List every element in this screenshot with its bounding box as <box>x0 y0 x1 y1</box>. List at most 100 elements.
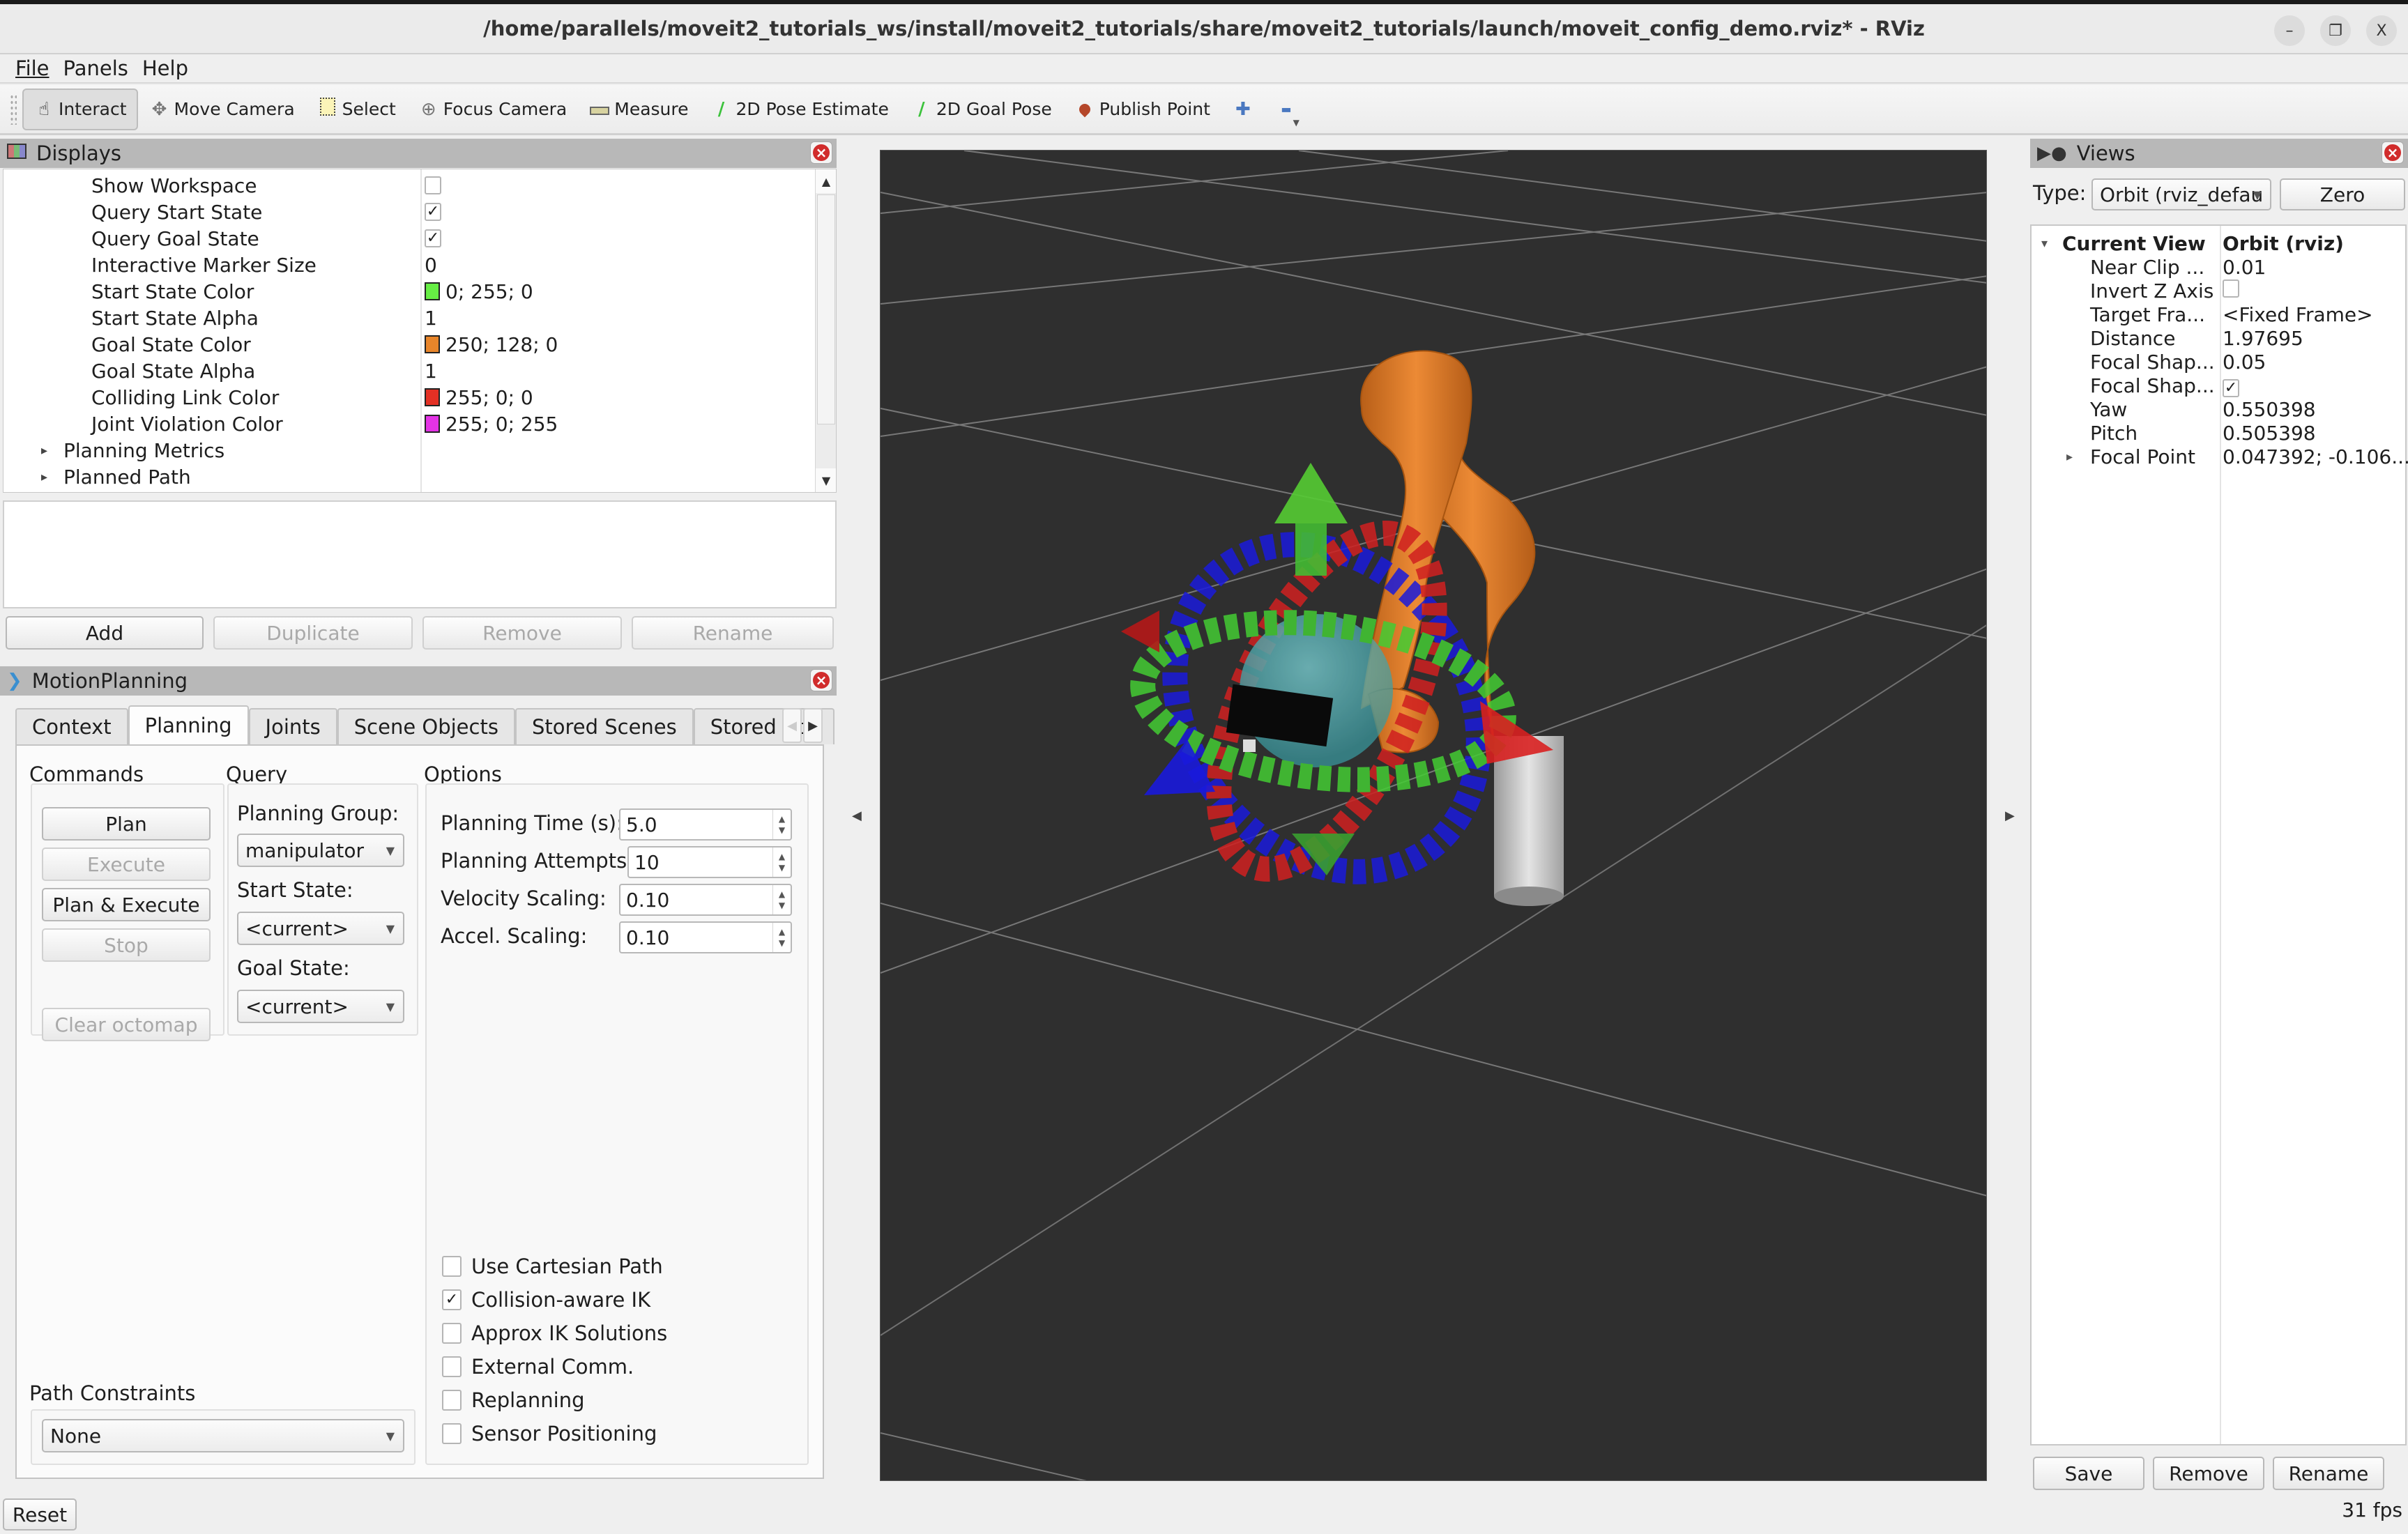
scroll-down-arrow-icon[interactable]: ▼ <box>816 468 836 492</box>
property-checkbox[interactable]: ✓ <box>425 203 441 221</box>
view-property-row[interactable]: ▾ Current View Orbit (rviz) <box>2032 231 2408 255</box>
minimize-button[interactable]: – <box>2274 15 2305 46</box>
property-value[interactable]: 0 <box>425 254 437 277</box>
displays-tree[interactable]: ▲ ▼ Show Workspace Query Start State ✓ Quer… <box>3 169 837 493</box>
tab-scroll-right-button[interactable]: ▶ <box>803 708 823 743</box>
view-property-row[interactable]: ▸ Focal Point 0.047392; -0.106... <box>2032 445 2408 468</box>
tool-move-camera[interactable]: ✥ Move Camera <box>138 89 306 130</box>
collapse-right-arrow-icon[interactable]: ▶ <box>2005 808 2015 823</box>
option-checkbox-row[interactable]: ✓ Collision-aware IK <box>442 1288 650 1312</box>
property-checkbox[interactable] <box>425 176 441 194</box>
view-property-row[interactable]: Invert Z Axis <box>2032 279 2408 302</box>
checkbox[interactable] <box>442 1323 462 1344</box>
path-constraints-select[interactable]: None ▼ <box>42 1419 404 1452</box>
property-value[interactable]: 1 <box>425 360 437 383</box>
checkbox[interactable]: ✓ <box>442 1289 462 1310</box>
views-tree[interactable]: ▾ Current View Orbit (rviz) Near Clip ... 0.… <box>2030 224 2408 1445</box>
view-property-row[interactable]: Pitch 0.505398 <box>2032 421 2408 445</box>
velocity-scaling-input[interactable]: 0.10 ▲ ▼ <box>619 884 792 916</box>
checkbox[interactable] <box>442 1356 462 1377</box>
view-property-checkbox[interactable] <box>2223 279 2239 298</box>
stop-button[interactable]: Stop <box>42 928 211 962</box>
3d-viewport[interactable] <box>880 150 1987 1481</box>
property-value[interactable] <box>425 176 441 194</box>
view-property-value[interactable]: Orbit (rviz) <box>2223 232 2344 255</box>
menu-panels[interactable]: Panels <box>63 56 128 80</box>
tab-scroll-left-button[interactable]: ◀ <box>782 708 802 743</box>
display-property-row[interactable]: Interactive Marker Size 0 <box>3 252 812 278</box>
view-property-row[interactable]: Focal Shap... ✓ <box>2032 374 2408 397</box>
display-property-row[interactable]: Joint Violation Color 255; 0; 255 <box>3 411 812 437</box>
tab-planning[interactable]: Planning <box>128 705 249 744</box>
view-property-checkbox[interactable]: ✓ <box>2223 378 2239 397</box>
option-checkbox-row[interactable]: Sensor Positioning <box>442 1422 657 1445</box>
display-property-row[interactable]: Query Start State ✓ <box>3 199 812 225</box>
tool-select[interactable]: Select <box>306 89 407 130</box>
add-display-button[interactable]: Add <box>6 616 204 650</box>
tool-measure[interactable]: Measure <box>578 89 699 130</box>
color-swatch[interactable] <box>425 388 440 406</box>
maximize-button[interactable]: ❐ <box>2320 15 2351 46</box>
property-value[interactable]: ✓ <box>425 229 441 247</box>
color-swatch[interactable] <box>425 335 440 353</box>
option-checkbox-row[interactable]: Use Cartesian Path <box>442 1255 663 1278</box>
display-property-row[interactable]: Colliding Link Color 255; 0; 0 <box>3 384 812 411</box>
tab-context[interactable]: Context <box>15 708 128 744</box>
view-property-value[interactable]: 1.97695 <box>2223 327 2303 350</box>
view-property-row[interactable]: Target Fra... <Fixed Frame> <box>2032 302 2408 326</box>
property-value[interactable]: 0; 255; 0 <box>425 280 533 303</box>
view-property-value[interactable]: <Fixed Frame> <box>2223 303 2373 326</box>
planning-attempts-input[interactable]: 10 ▲ ▼ <box>627 846 792 878</box>
view-property-value[interactable]: 0.01 <box>2223 256 2266 279</box>
scrollbar-thumb[interactable] <box>817 194 835 424</box>
checkbox[interactable] <box>442 1256 462 1277</box>
property-value[interactable]: 255; 0; 255 <box>425 413 558 436</box>
planning-time-input[interactable]: 5.0 ▲ ▼ <box>619 808 792 841</box>
save-view-button[interactable]: Save <box>2033 1457 2144 1490</box>
view-property-value[interactable] <box>2223 279 2239 302</box>
collapse-arrow-icon[interactable]: ▾ <box>2041 236 2048 251</box>
accel-scaling-input[interactable]: 0.10 ▲ ▼ <box>619 921 792 953</box>
plan-and-execute-button[interactable]: Plan & Execute <box>42 888 211 921</box>
toolbar-grip-handle[interactable] <box>10 93 17 125</box>
tool-publish-point[interactable]: Publish Point <box>1063 89 1221 130</box>
option-checkbox-row[interactable]: External Comm. <box>442 1355 634 1379</box>
duplicate-display-button[interactable]: Duplicate <box>213 616 413 650</box>
execute-button[interactable]: Execute <box>42 847 211 881</box>
tab-scene-objects[interactable]: Scene Objects <box>337 708 515 744</box>
spin-arrows-icon[interactable]: ▲ ▼ <box>772 847 791 877</box>
remove-display-button[interactable]: Remove <box>422 616 622 650</box>
view-property-value[interactable]: 0.05 <box>2223 351 2266 374</box>
property-value[interactable]: ✓ <box>425 203 441 221</box>
tab-stored-scenes[interactable]: Stored Scenes <box>515 708 694 744</box>
reset-button[interactable]: Reset <box>3 1498 77 1531</box>
zero-view-button[interactable]: Zero <box>2280 178 2405 210</box>
remove-tool-button[interactable]: ▬ ▼ <box>1265 89 1308 130</box>
property-value[interactable]: 1 <box>425 307 437 330</box>
color-swatch[interactable] <box>425 282 440 300</box>
checkbox[interactable] <box>442 1423 462 1444</box>
display-property-row[interactable]: ▸ Planned Path <box>3 463 812 490</box>
expand-arrow-icon[interactable]: ▸ <box>2066 450 2073 464</box>
vertical-scrollbar[interactable]: ▲ ▼ <box>815 169 836 492</box>
property-value[interactable]: 255; 0; 0 <box>425 386 533 409</box>
expand-arrow-icon[interactable]: ▸ <box>41 443 47 458</box>
display-property-row[interactable]: Show Workspace <box>3 172 812 199</box>
close-window-button[interactable]: X <box>2366 15 2397 46</box>
goal-state-select[interactable]: <current> ▼ <box>237 990 404 1023</box>
tool-2d-goal-pose[interactable]: ∕ 2D Goal Pose <box>900 89 1063 130</box>
menu-help[interactable]: Help <box>142 56 188 80</box>
remove-view-button[interactable]: Remove <box>2153 1457 2264 1490</box>
view-property-value[interactable]: 0.505398 <box>2223 422 2316 445</box>
display-property-row[interactable]: Goal State Alpha 1 <box>3 358 812 384</box>
color-swatch[interactable] <box>425 415 440 433</box>
view-property-row[interactable]: Distance 1.97695 <box>2032 326 2408 350</box>
view-property-row[interactable]: Focal Shap... 0.05 <box>2032 350 2408 374</box>
display-property-row[interactable]: Query Goal State ✓ <box>3 225 812 252</box>
expand-arrow-icon[interactable]: ▸ <box>41 470 47 484</box>
planning-group-select[interactable]: manipulator ▼ <box>237 834 404 867</box>
rename-display-button[interactable]: Rename <box>632 616 834 650</box>
display-property-row[interactable]: Start State Alpha 1 <box>3 305 812 331</box>
clear-octomap-button[interactable]: Clear octomap <box>42 1008 211 1041</box>
scroll-up-arrow-icon[interactable]: ▲ <box>816 169 836 193</box>
